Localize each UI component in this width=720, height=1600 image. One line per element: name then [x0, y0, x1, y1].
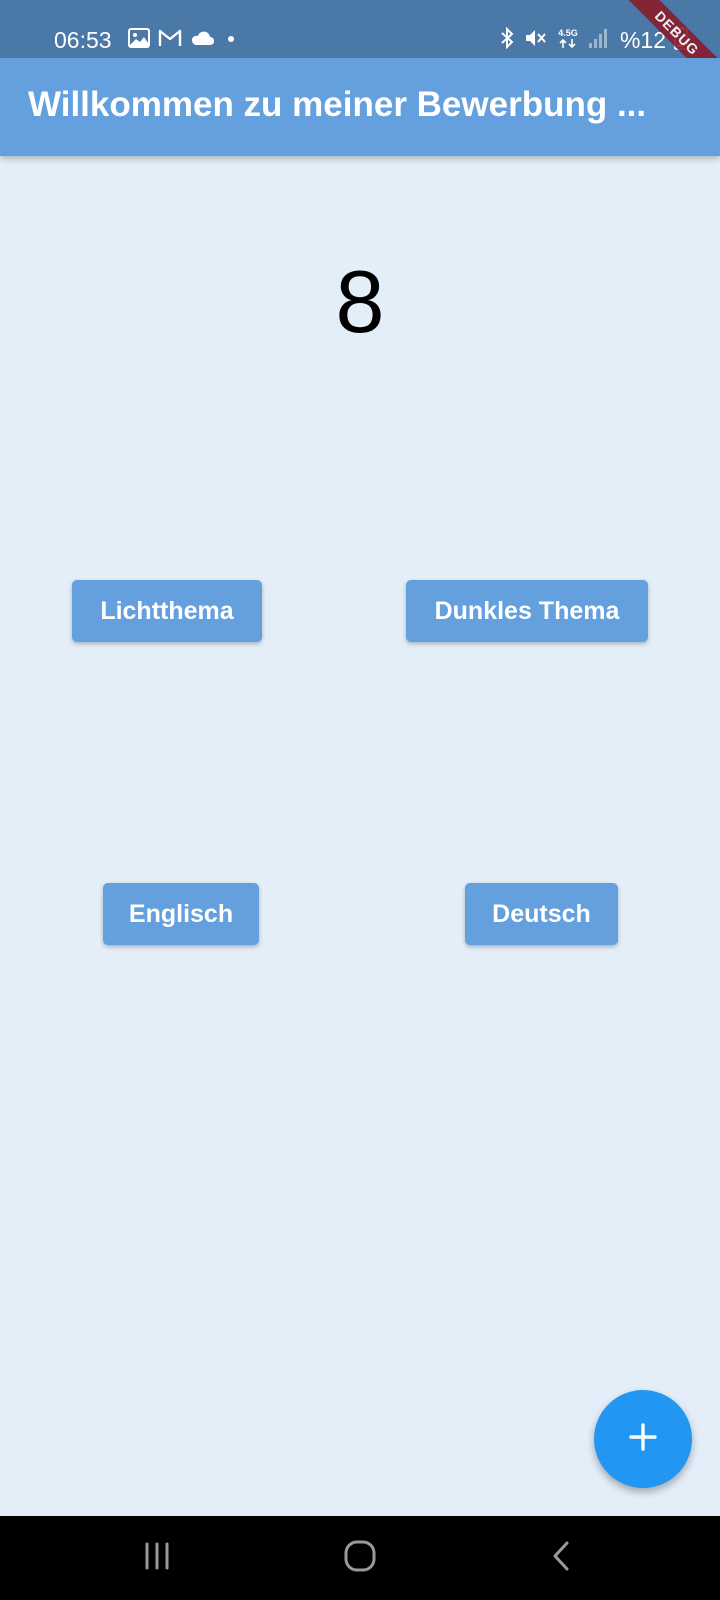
image-icon	[128, 27, 150, 53]
app-title: Willkommen zu meiner Bewerbung ...	[28, 85, 647, 124]
network-icon: 4.5G	[556, 26, 580, 55]
counter-value: 8	[335, 252, 385, 351]
dot-icon	[224, 31, 238, 50]
light-theme-button-label: Lichtthema	[100, 596, 234, 625]
mute-icon	[524, 27, 548, 54]
back-icon	[549, 1540, 573, 1577]
system-nav-bar	[0, 1516, 720, 1600]
recents-button[interactable]	[137, 1538, 177, 1578]
recents-icon	[142, 1542, 172, 1575]
increment-fab[interactable]	[594, 1390, 692, 1488]
bluetooth-icon	[498, 26, 516, 54]
home-icon	[343, 1539, 377, 1578]
app-bar: Willkommen zu meiner Bewerbung ...	[0, 58, 720, 156]
dark-theme-button-label: Dunkles Thema	[434, 596, 620, 625]
plus-icon	[628, 1422, 658, 1457]
light-theme-button[interactable]: Lichtthema	[72, 580, 262, 642]
network-type-text: 4.5G	[558, 28, 578, 38]
dark-theme-button[interactable]: Dunkles Thema	[406, 580, 648, 642]
english-language-button-label: Englisch	[128, 899, 234, 928]
cloud-icon	[190, 29, 216, 52]
german-language-button[interactable]: Deutsch	[465, 883, 618, 945]
status-left-icons	[128, 27, 238, 53]
home-button[interactable]	[340, 1538, 380, 1578]
english-language-button[interactable]: Englisch	[103, 883, 259, 945]
german-language-button-label: Deutsch	[492, 899, 591, 928]
gmail-icon	[158, 28, 182, 53]
back-button[interactable]	[541, 1538, 581, 1578]
status-time: 06:53	[54, 27, 112, 53]
